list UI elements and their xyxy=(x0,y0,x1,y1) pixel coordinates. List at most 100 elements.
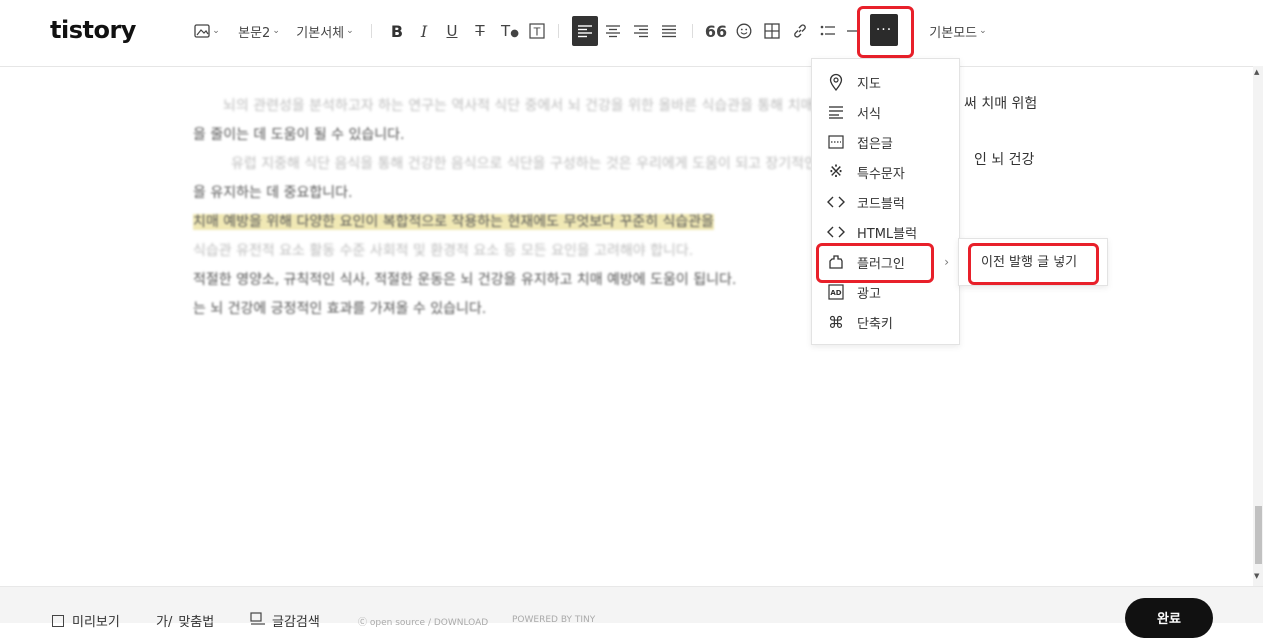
bullet-list-icon xyxy=(820,24,836,38)
menu-item-label: 서식 xyxy=(857,106,881,122)
content-line-text: 식습관 유전적 요소 활동 수준 사회적 및 환경적 요소 등 모든 요인을 고… xyxy=(193,243,694,259)
menu-item-label: 접은글 xyxy=(857,136,893,152)
quote-button[interactable]: 66 xyxy=(705,18,727,44)
command-icon: ⌘ xyxy=(828,312,844,332)
menu-item-label: 지도 xyxy=(857,76,881,92)
chevron-down-icon: ⌄ xyxy=(272,26,280,36)
content-line-text: 적절한 영양소, 규칙적인 식사, 적절한 운동은 뇌 건강을 유지하고 치매 … xyxy=(193,272,737,288)
open-source-label: open source / DOWNLOAD xyxy=(369,618,489,628)
text-background-button[interactable]: T xyxy=(527,18,547,44)
map-pin-icon xyxy=(826,72,846,92)
align-left-button[interactable] xyxy=(572,16,598,46)
more-button[interactable]: ··· xyxy=(870,14,898,46)
align-justify-icon xyxy=(661,24,677,38)
visible-text-fragment: 인 뇌 건강 xyxy=(974,152,1035,168)
link-icon xyxy=(792,23,808,39)
menu-item-ad[interactable]: AD 광고 xyxy=(812,277,959,307)
underline-icon: U xyxy=(446,22,458,40)
menu-item-label: 단축키 xyxy=(857,316,893,332)
chevron-right-icon: › xyxy=(944,255,949,269)
special-char-icon: ※ xyxy=(828,162,844,182)
menu-item-label: 플러그인 xyxy=(857,256,905,272)
menu-item-plugin[interactable]: 플러그인 › xyxy=(812,247,959,277)
menu-item-code-block[interactable]: 코드블럭 xyxy=(812,187,959,217)
link-button[interactable] xyxy=(790,18,810,44)
scroll-down-icon[interactable]: ▼ xyxy=(1254,572,1259,580)
chevron-down-icon: ⌄ xyxy=(212,26,220,36)
search-icon xyxy=(250,611,266,630)
more-menu: 지도 서식 접은글 ※ 특수문자 코드블럭 HTML블럭 플러그인 › AD 광… xyxy=(811,58,960,345)
insert-previous-post-item[interactable]: 이전 발행 글 넣기 xyxy=(981,251,1077,270)
bold-button[interactable]: B xyxy=(387,18,407,44)
menu-item-label: 광고 xyxy=(857,286,881,302)
align-right-button[interactable] xyxy=(631,18,651,44)
code-icon xyxy=(826,192,846,212)
paragraph-label: 본문2 xyxy=(238,25,271,41)
menu-item-label: HTML블럭 xyxy=(857,226,918,242)
ad-icon: AD xyxy=(826,282,846,302)
search-material-button[interactable]: 글감검색 xyxy=(250,611,320,630)
horizontal-rule-icon xyxy=(847,29,859,33)
paragraph-dropdown[interactable]: 본문2 ⌄ xyxy=(236,18,282,44)
table-button[interactable] xyxy=(762,18,782,44)
scroll-up-icon[interactable]: ▲ xyxy=(1254,68,1259,76)
emoji-button[interactable] xyxy=(734,18,754,44)
align-center-button[interactable] xyxy=(603,18,623,44)
font-label: 기본서체 xyxy=(296,25,345,41)
toolbar-divider xyxy=(558,24,559,38)
preview-button[interactable]: 미리보기 xyxy=(52,611,120,630)
strikethrough-button[interactable]: T xyxy=(470,18,490,44)
table-icon xyxy=(764,23,780,39)
content-line-text: 는 뇌 건강에 긍정적인 효과를 가져올 수 있습니다. xyxy=(193,301,487,317)
underline-button[interactable]: U xyxy=(442,18,462,44)
text-background-icon: T xyxy=(529,23,545,39)
visible-text-fragment: 써 치매 위험 xyxy=(964,96,1038,112)
bold-icon: B xyxy=(390,21,404,41)
chevron-down-icon: ⌄ xyxy=(346,26,354,36)
editor-footer: 미리보기 가/ 맞춤법 글감검색 Ⓒ open source / DOWNLOA… xyxy=(0,586,1263,630)
italic-icon: I xyxy=(420,21,428,41)
preview-label: 미리보기 xyxy=(72,615,120,630)
spellcheck-icon: 가/ xyxy=(156,615,173,630)
list-button[interactable] xyxy=(818,18,838,44)
svg-text:T: T xyxy=(533,26,541,39)
menu-item-special-char[interactable]: ※ 특수문자 xyxy=(812,157,959,187)
chevron-down-icon: ⌄ xyxy=(979,26,987,36)
menu-item-label: 특수문자 xyxy=(857,166,905,182)
font-dropdown[interactable]: 기본서체 ⌄ xyxy=(294,18,356,44)
image-button[interactable]: ⌄ xyxy=(194,18,220,44)
align-right-icon xyxy=(633,24,649,38)
checkbox-icon xyxy=(52,614,64,627)
menu-item-html-block[interactable]: HTML블럭 xyxy=(812,217,959,247)
emoji-icon xyxy=(736,23,752,39)
plugin-icon xyxy=(826,252,846,272)
menu-item-format[interactable]: 서식 xyxy=(812,97,959,127)
copyright-icon: Ⓒ xyxy=(358,618,370,628)
tistory-logo[interactable]: tistory xyxy=(50,16,136,44)
toolbar-divider xyxy=(371,24,372,38)
spellcheck-label: 맞춤법 xyxy=(178,615,215,630)
done-button[interactable]: 완료 xyxy=(1125,598,1213,638)
image-icon xyxy=(194,24,210,38)
align-justify-button[interactable] xyxy=(659,18,679,44)
italic-button[interactable]: I xyxy=(414,18,434,44)
more-icon: ··· xyxy=(875,22,893,38)
horizontal-rule-button[interactable] xyxy=(846,18,860,44)
strikethrough-icon: T xyxy=(475,22,485,40)
menu-item-shortcut[interactable]: ⌘ 단축키 xyxy=(812,307,959,337)
content-line-text: 을 줄이는 데 도움이 될 수 있습니다. xyxy=(193,127,405,143)
content-line-text: 뇌의 관련성을 분석하고자 하는 연구는 역사적 식단 중에서 뇌 건강을 위한… xyxy=(223,98,844,114)
mode-label: 기본모드 xyxy=(929,25,978,41)
text-color-button[interactable]: T● xyxy=(498,18,522,44)
menu-item-label: 코드블럭 xyxy=(857,196,905,212)
spellcheck-button[interactable]: 가/ 맞춤법 xyxy=(156,611,214,630)
plugin-submenu: 이전 발행 글 넣기 xyxy=(958,238,1108,286)
editor-header: tistory ⌄ 본문2 ⌄ 기본서체 ⌄ B I U T T● T 66 ·… xyxy=(0,0,1263,67)
menu-item-map[interactable]: 지도 xyxy=(812,67,959,97)
html-icon xyxy=(826,222,846,242)
menu-item-folded-text[interactable]: 접은글 xyxy=(812,127,959,157)
mode-dropdown[interactable]: 기본모드 ⌄ xyxy=(926,18,990,44)
content-line-text: 유럽 지중해 식단 음식을 통해 건강한 음식으로 식단을 구성하는 것은 우리… xyxy=(231,156,865,172)
scrollbar-thumb[interactable] xyxy=(1255,506,1262,564)
powered-by-label: POWERED BY TINY xyxy=(512,615,596,625)
